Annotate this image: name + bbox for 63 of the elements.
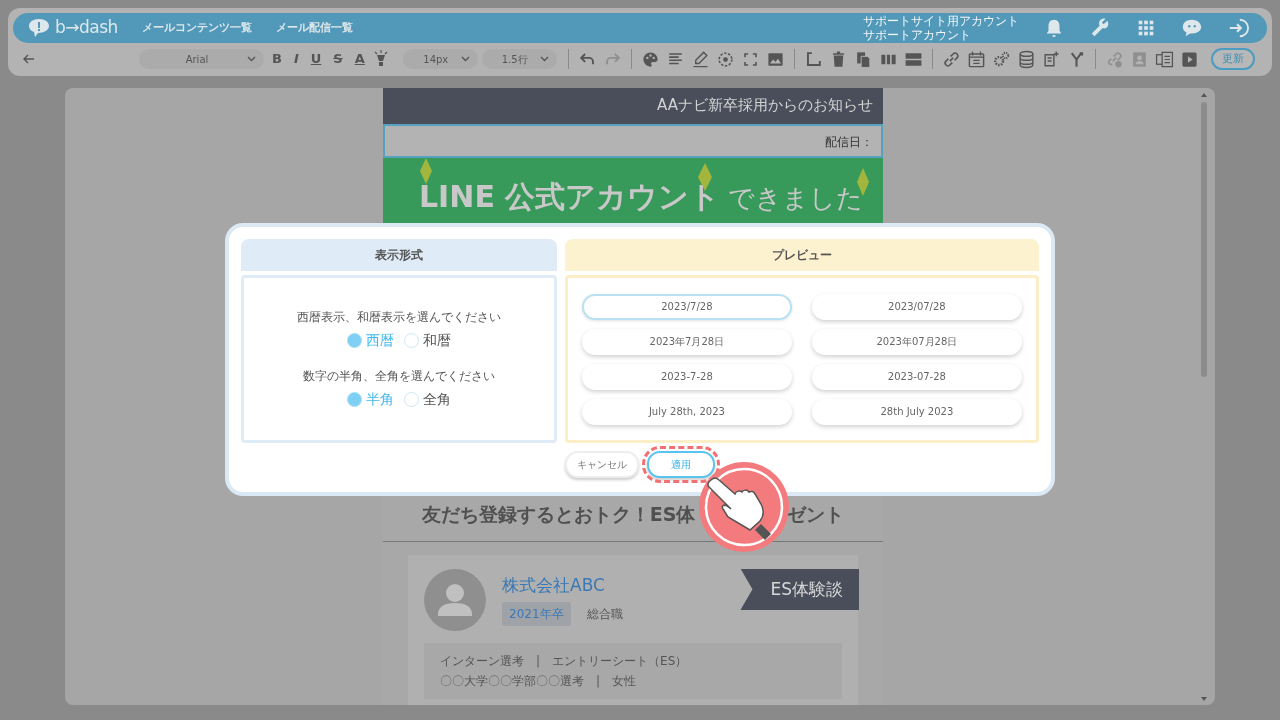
pen-icon[interactable] <box>690 49 710 69</box>
bulb-icon[interactable] <box>372 50 389 68</box>
date-format-option[interactable]: July 28th, 2023 <box>581 398 792 425</box>
account-name: サポートアカウント <box>863 28 972 42</box>
headline-text: ゼント <box>787 502 845 527</box>
sparkle-icon <box>420 158 432 184</box>
date-label: 配信日： <box>383 124 883 158</box>
wrench-icon[interactable] <box>1089 17 1111 39</box>
account-name: サポートサイト用アカウント <box>863 14 1019 28</box>
date-format-option[interactable]: 2023-07-28 <box>811 363 1022 390</box>
date-format-option[interactable]: 2023年7月28日 <box>581 328 792 355</box>
chat-bubble-icon[interactable] <box>1181 17 1203 39</box>
note-add-icon[interactable] <box>1041 49 1061 69</box>
format-button[interactable]: S <box>329 49 347 69</box>
calendar-icon[interactable] <box>966 49 986 69</box>
cancel-button[interactable]: キャンセル <box>565 451 639 478</box>
back-arrow-icon[interactable] <box>23 54 35 64</box>
headline-text: 友だち登録するとおトク！ES体 <box>421 502 696 527</box>
format-button[interactable]: I <box>289 49 303 69</box>
update-button[interactable]: 更新 <box>1210 47 1255 71</box>
play-icon[interactable] <box>1179 49 1199 69</box>
radio-option[interactable]: 半角 <box>341 389 399 410</box>
format-button[interactable]: A <box>350 49 369 69</box>
detail-line: インターン選考 | エントリーシート（ES） <box>440 652 689 670</box>
year-tag: 2021年卒 <box>502 602 571 626</box>
palette-icon[interactable] <box>640 49 660 69</box>
link-icon[interactable] <box>941 49 961 69</box>
format-button[interactable]: U <box>306 49 326 69</box>
target-icon[interactable] <box>715 49 735 69</box>
radio-option[interactable]: 全角 <box>398 389 456 410</box>
logo-text: b→dash <box>55 16 118 40</box>
banner-heading: LINE 公式アカウント <box>419 179 721 214</box>
prompt-text: 数字の半角、全角を選んでください <box>301 368 496 385</box>
radio-option[interactable]: 西暦 <box>341 330 399 351</box>
company-name[interactable]: 株式会社ABC <box>502 572 623 598</box>
logout-icon[interactable] <box>1227 17 1249 39</box>
date-format-option[interactable]: 2023年07月28日 <box>811 328 1022 355</box>
prompt-text: 西暦表示、和暦表示を選んでください <box>295 309 502 326</box>
nav-link[interactable]: メールコンテンツ一覧 <box>141 19 252 37</box>
job-type: 総合職 <box>586 606 623 623</box>
radio-option[interactable]: 和暦 <box>398 330 456 351</box>
caret-icon <box>247 56 256 62</box>
date-format-option[interactable]: 2023/07/28 <box>811 293 1022 320</box>
caret-icon <box>460 56 470 62</box>
logo-icon <box>27 17 51 39</box>
dropdown[interactable]: Arial <box>139 49 264 69</box>
column-header: プレビュー <box>564 239 1039 271</box>
caret-icon <box>539 56 549 62</box>
date-format-option[interactable]: 28th July 2023 <box>811 398 1022 425</box>
nav-link[interactable]: メール配信一覧 <box>275 19 353 37</box>
column-header: 表示形式 <box>241 239 557 271</box>
dropdown[interactable]: 14px <box>402 49 478 69</box>
banner-subheading: できました <box>728 183 864 213</box>
date-format-option[interactable]: 2023/7/28 <box>581 293 792 320</box>
database-icon[interactable] <box>1016 49 1036 69</box>
devices-icon[interactable] <box>1154 49 1174 69</box>
format-button[interactable]: B <box>268 49 286 69</box>
sender-title: AAナビ新卒採用からのお知らせ <box>383 88 883 124</box>
gears-icon[interactable] <box>991 49 1011 69</box>
category-ribbon: ES体験談 <box>740 568 859 610</box>
dropdown[interactable]: 1.5行 <box>481 49 557 69</box>
avatar-icon <box>424 568 486 631</box>
date-format-option[interactable]: 2023-7-28 <box>581 363 792 390</box>
